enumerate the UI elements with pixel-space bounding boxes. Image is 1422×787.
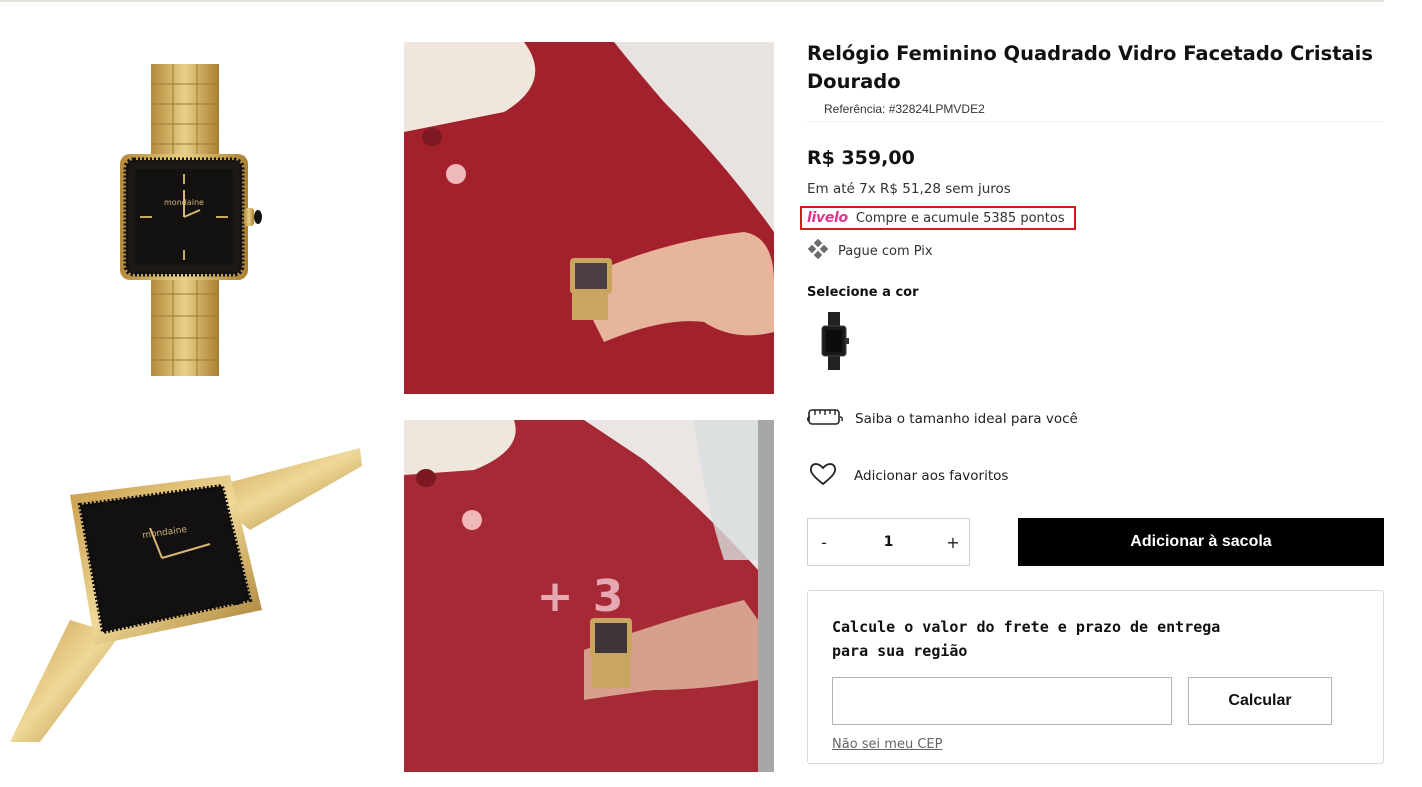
product-price: R$ 359,00 xyxy=(807,147,915,169)
color-selector-label: Selecione a cor xyxy=(807,285,919,300)
reference-divider xyxy=(807,121,1384,122)
quantity-stepper: - 1 + xyxy=(807,518,970,566)
top-divider xyxy=(0,0,1384,2)
gallery-image-front[interactable]: mondaine xyxy=(0,42,370,394)
size-guide-link[interactable]: Saiba o tamanho ideal para você xyxy=(807,405,1078,433)
favorites-text: Adicionar aos favoritos xyxy=(854,468,1009,484)
pix-icon xyxy=(807,238,829,263)
color-swatch-black[interactable] xyxy=(812,310,856,372)
livelo-logo: livelo xyxy=(807,210,848,226)
watch-front-image: mondaine xyxy=(120,64,262,376)
heart-icon xyxy=(809,462,837,490)
gallery-scroll-strip xyxy=(758,420,774,772)
installments-text: Em até 7x R$ 51,28 sem juros xyxy=(807,181,1011,197)
lifestyle-photo-1 xyxy=(404,42,774,394)
watch-angled-image: mondaine xyxy=(10,448,362,742)
wrist-measure-icon xyxy=(807,405,843,433)
livelo-points-text: Compre e acumule 5385 pontos xyxy=(855,210,1065,226)
livelo-points-banner: livelo Compre e acumule 5385 pontos xyxy=(800,206,1076,230)
shipping-calculator: Calcule o valor do frete e prazo de entr… xyxy=(807,590,1384,764)
unknown-cep-link[interactable]: Não sei meu CEP xyxy=(832,737,942,752)
dial-brand-text: mondaine xyxy=(164,198,204,207)
gallery-image-angled[interactable]: mondaine xyxy=(0,420,370,772)
gallery-more-overlay[interactable]: + 3 xyxy=(404,420,758,772)
cep-input[interactable] xyxy=(832,677,1172,725)
product-title: Relógio Feminino Quadrado Vidro Facetado… xyxy=(807,42,1373,93)
calculate-shipping-button[interactable]: Calcular xyxy=(1188,677,1332,725)
add-to-favorites[interactable]: Adicionar aos favoritos xyxy=(809,462,1008,490)
quantity-value[interactable]: 1 xyxy=(840,534,937,550)
add-to-bag-button[interactable]: Adicionar à sacola xyxy=(1018,518,1384,566)
pix-payment-row: Pague com Pix xyxy=(807,238,933,263)
pix-text: Pague com Pix xyxy=(838,243,933,259)
shipping-title: Calcule o valor do frete e prazo de entr… xyxy=(832,618,1221,660)
gallery-image-lifestyle-1[interactable] xyxy=(404,42,774,394)
product-reference: Referência: #32824LPMVDE2 xyxy=(824,102,985,116)
black-watch-thumbnail xyxy=(821,312,849,370)
size-guide-text: Saiba o tamanho ideal para você xyxy=(855,411,1078,427)
quantity-decrease-button[interactable]: - xyxy=(808,533,840,552)
quantity-increase-button[interactable]: + xyxy=(937,533,969,552)
